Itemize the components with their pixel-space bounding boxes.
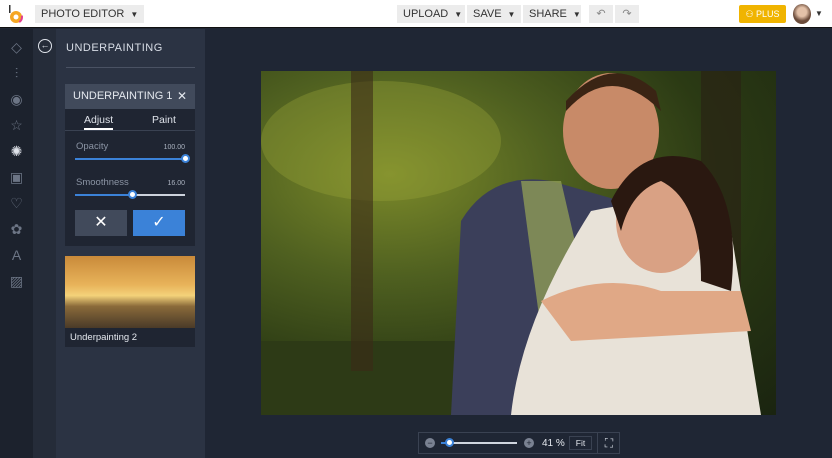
panel-title: UNDERPAINTING (66, 42, 163, 54)
smoothness-value: 16.00 (167, 180, 185, 187)
plus-badge-icon: ⚇ (745, 9, 757, 19)
caret-down-icon: ▼ (507, 10, 516, 19)
save-label: SAVE (473, 8, 502, 20)
opacity-handle[interactable] (181, 154, 190, 163)
plus-button[interactable]: ⚇ PLUS (739, 5, 786, 23)
panel-gutter (33, 29, 56, 458)
caret-down-icon: ▼ (130, 10, 139, 19)
preset-underpainting-2[interactable]: Underpainting 2 (65, 256, 195, 347)
tab-paint[interactable]: Paint (152, 114, 176, 126)
smoothness-label: Smoothness (76, 177, 129, 188)
opacity-slider[interactable] (75, 154, 190, 163)
effect-title: UNDERPAINTING 1 (73, 90, 173, 102)
apply-button[interactable]: ✓ (133, 210, 185, 236)
effects-icon[interactable]: ✺ (0, 138, 33, 164)
avatar[interactable] (793, 4, 811, 24)
star-icon[interactable]: ☆ (0, 112, 33, 138)
preset-label: Underpainting 2 (70, 332, 138, 343)
check-icon: ✓ (152, 214, 166, 231)
plus-label: PLUS (756, 9, 780, 19)
back-arrow-icon[interactable]: ← (38, 39, 52, 53)
opacity-label: Opacity (76, 141, 109, 152)
zoom-in-icon[interactable]: + (524, 438, 534, 448)
layers-icon[interactable]: ◇ (0, 34, 33, 60)
photo-image (261, 71, 761, 415)
zoom-value: 41 % (542, 438, 565, 449)
upload-label: UPLOAD (403, 8, 449, 20)
fit-button[interactable]: Fit (569, 436, 592, 450)
caret-down-icon[interactable]: ▼ (815, 9, 823, 18)
smoothness-slider[interactable] (75, 190, 185, 199)
photo-editor-menu[interactable]: PHOTO EDITOR ▼ (35, 5, 145, 23)
tool-rail: ◇ ⫶ ◉ ☆ ✺ ▣ ♡ ✿ A ▨ (0, 29, 33, 458)
app-logo[interactable] (8, 5, 24, 23)
share-label: SHARE (529, 8, 567, 20)
zoom-out-icon[interactable]: − (425, 438, 435, 448)
zoom-bar: − + 41 % Fit ⛶ (418, 432, 620, 454)
share-button[interactable]: SHARE ▼ (523, 5, 581, 23)
sliders-icon[interactable]: ⫶ (0, 60, 33, 86)
cancel-button[interactable]: ✕ (75, 210, 127, 236)
opacity-value: 100.00 (163, 144, 185, 151)
effect-card: UNDERPAINTING 1 ✕ Adjust Paint Opacity 10… (65, 84, 195, 246)
eye-icon[interactable]: ◉ (0, 86, 33, 112)
zoom-handle[interactable] (444, 438, 454, 447)
tabs: Adjust Paint (65, 109, 195, 131)
text-icon[interactable]: A (0, 242, 33, 268)
redo-button[interactable]: ↷ (615, 5, 639, 23)
save-button[interactable]: SAVE ▼ (467, 5, 521, 23)
heart-icon[interactable]: ♡ (0, 190, 33, 216)
top-bar: PHOTO EDITOR ▼ UPLOAD ▼ SAVE ▼ SHARE ▼ ↶ ↷ ⚇… (0, 0, 832, 28)
fullscreen-icon[interactable]: ⛶ (597, 433, 620, 453)
preset-thumbnail (65, 256, 195, 328)
close-icon: ✕ (94, 214, 108, 231)
texture-icon[interactable]: ▨ (0, 268, 33, 294)
undo-icon: ↶ (596, 8, 606, 20)
smoothness-handle[interactable] (128, 190, 138, 199)
caret-down-icon: ▼ (454, 10, 463, 19)
menu-label: PHOTO EDITOR (41, 8, 125, 20)
zoom-slider[interactable] (441, 438, 517, 447)
divider (66, 67, 195, 68)
canvas-photo[interactable] (261, 71, 776, 415)
upload-button[interactable]: UPLOAD ▼ (397, 5, 465, 23)
frame-icon[interactable]: ▣ (0, 164, 33, 190)
badge-icon[interactable]: ✿ (0, 216, 33, 242)
effect-card-header: UNDERPAINTING 1 ✕ (65, 84, 195, 109)
caret-down-icon: ▼ (572, 10, 581, 19)
redo-icon: ↷ (622, 8, 632, 20)
tab-adjust[interactable]: Adjust (84, 114, 114, 130)
close-icon[interactable]: ✕ (177, 84, 187, 109)
undo-button[interactable]: ↶ (589, 5, 613, 23)
